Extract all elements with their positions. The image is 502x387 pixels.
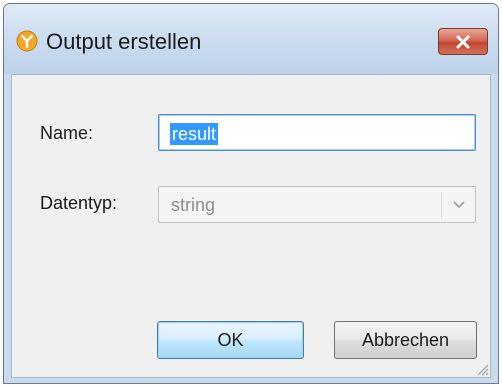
datatype-select-value: string (171, 195, 216, 215)
dialog-body: Name: result Datentyp: string OK Abbrech… (11, 74, 491, 378)
dialog-window: Output erstellen Name: result Datentyp: … (3, 3, 499, 384)
select-divider (441, 192, 442, 218)
resize-grip-icon[interactable] (473, 360, 489, 376)
window-title: Output erstellen (46, 29, 202, 54)
datatype-select[interactable]: string (158, 186, 476, 223)
name-input[interactable]: result (158, 114, 476, 151)
close-icon (456, 35, 470, 49)
close-button[interactable] (438, 28, 488, 55)
datatype-label: Datentyp: (40, 193, 118, 213)
name-label: Name: (40, 123, 94, 143)
title-bar[interactable]: Output erstellen (4, 4, 498, 74)
app-icon (16, 30, 38, 52)
chevron-down-icon (453, 201, 465, 209)
cancel-button[interactable]: Abbrechen (334, 321, 477, 359)
ok-button[interactable]: OK (157, 321, 304, 359)
name-input-value: result (170, 123, 219, 145)
